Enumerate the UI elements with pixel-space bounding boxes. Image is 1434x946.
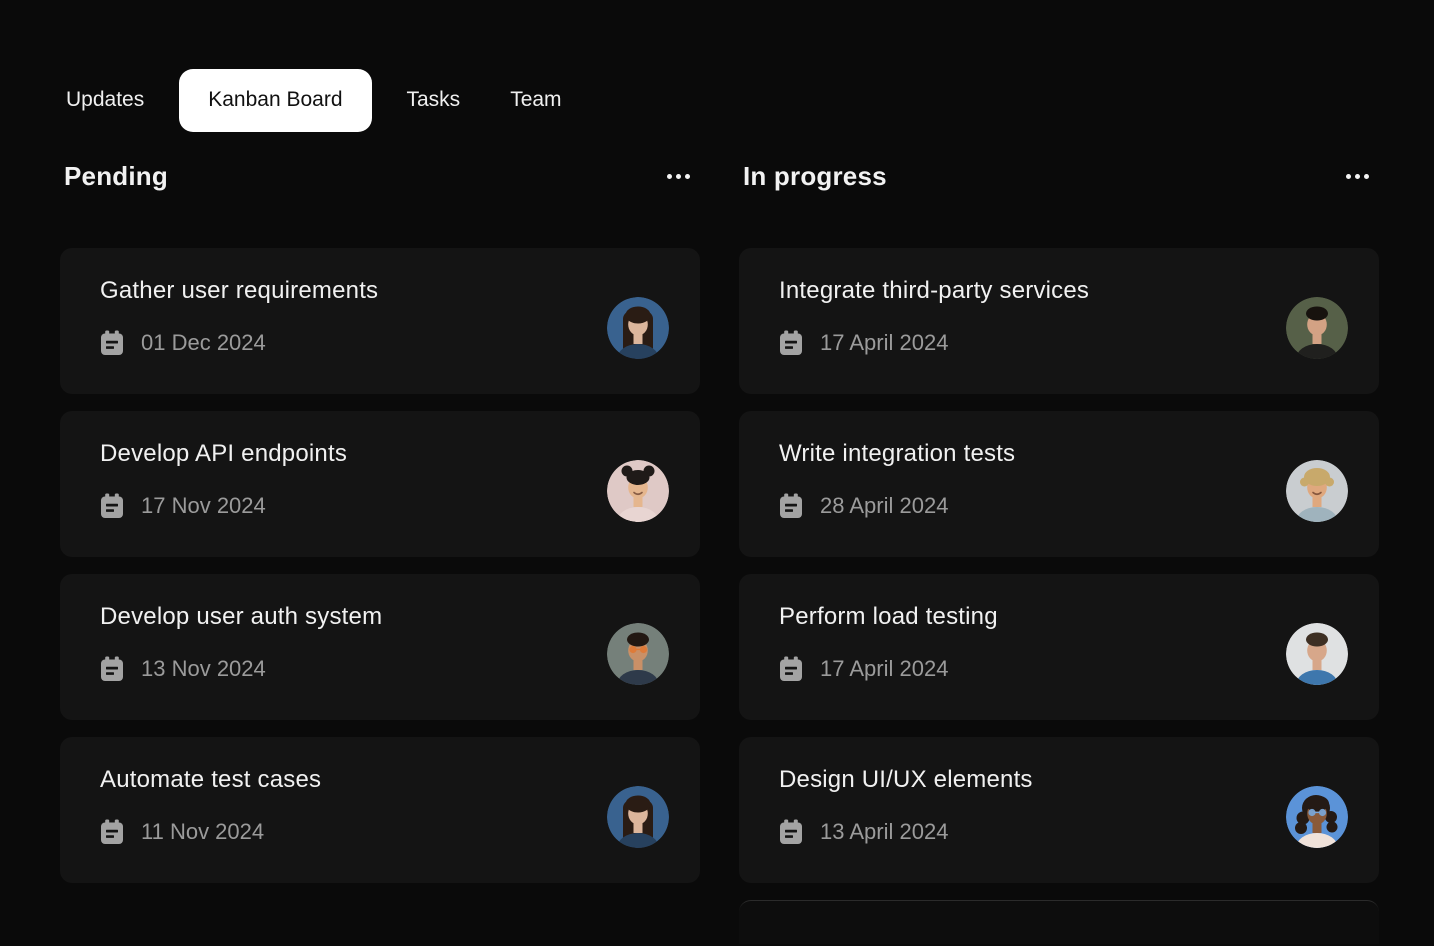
calendar-icon [779, 330, 803, 356]
calendar-icon [779, 656, 803, 682]
due-date: 17 April 2024 [820, 656, 948, 682]
column-header: In progress [739, 158, 1379, 194]
task-title: Gather user requirements [100, 276, 700, 306]
tab-kanban-board[interactable]: Kanban Board [179, 69, 371, 132]
task-title: Perform load testing [779, 602, 1379, 632]
assignee-avatar [607, 460, 669, 522]
task-card[interactable]: Automate test cases 11 Nov 2024 [60, 737, 700, 883]
task-card[interactable]: Develop API endpoints 17 Nov 2024 [60, 411, 700, 557]
assignee-avatar [1286, 623, 1348, 685]
card-list: Gather user requirements 01 Dec 2024 [60, 248, 700, 883]
due-date: 11 Nov 2024 [141, 819, 264, 845]
task-title: Design UI/UX elements [779, 765, 1379, 795]
calendar-icon [779, 819, 803, 845]
calendar-icon [779, 493, 803, 519]
ellipsis-icon[interactable] [1344, 168, 1371, 185]
calendar-icon [100, 656, 124, 682]
due-date: 13 April 2024 [820, 819, 948, 845]
due-date: 17 April 2024 [820, 330, 948, 356]
assignee-avatar [607, 623, 669, 685]
tab-updates[interactable]: Updates [41, 68, 169, 132]
task-card[interactable]: Write integration tests 28 April 2024 [739, 411, 1379, 557]
card-list: Integrate third-party services 17 April … [739, 248, 1379, 944]
column-title: Pending [64, 161, 168, 192]
column-pending: Pending Gather user requirements 01 Dec … [60, 158, 700, 944]
assignee-avatar [607, 786, 669, 848]
tab-bar: Updates Kanban Board Tasks Team [41, 68, 587, 132]
due-date: 28 April 2024 [820, 493, 948, 519]
kanban-board: Pending Gather user requirements 01 Dec … [60, 158, 1379, 944]
calendar-icon [100, 819, 124, 845]
column-header: Pending [60, 158, 700, 194]
calendar-icon [100, 493, 124, 519]
due-date: 13 Nov 2024 [141, 656, 266, 682]
tab-tasks[interactable]: Tasks [382, 68, 486, 132]
task-title: Develop user auth system [100, 602, 700, 632]
task-title: Write integration tests [779, 439, 1379, 469]
ellipsis-icon[interactable] [665, 168, 692, 185]
task-card[interactable]: Integrate third-party services 17 April … [739, 248, 1379, 394]
task-title: Automate test cases [100, 765, 700, 795]
tab-label: Updates [66, 88, 144, 112]
task-title: Integrate third-party services [779, 276, 1379, 306]
calendar-icon [100, 330, 124, 356]
task-card[interactable]: Design UI/UX elements 13 April 2024 [739, 737, 1379, 883]
assignee-avatar [1286, 297, 1348, 359]
due-date: 17 Nov 2024 [141, 493, 266, 519]
tab-label: Team [510, 88, 561, 112]
task-card[interactable]: Gather user requirements 01 Dec 2024 [60, 248, 700, 394]
column-in-progress: In progress Integrate third-party servic… [739, 158, 1379, 944]
task-title: Develop API endpoints [100, 439, 700, 469]
assignee-avatar [607, 297, 669, 359]
task-card[interactable]: Develop user auth system 13 Nov 2024 [60, 574, 700, 720]
assignee-avatar [1286, 460, 1348, 522]
partial-next-card[interactable] [739, 900, 1379, 944]
column-title: In progress [743, 161, 887, 192]
tab-label: Kanban Board [208, 88, 342, 112]
tab-team[interactable]: Team [485, 68, 586, 132]
tab-label: Tasks [407, 88, 461, 112]
due-date: 01 Dec 2024 [141, 330, 266, 356]
assignee-avatar [1286, 786, 1348, 848]
task-card[interactable]: Perform load testing 17 April 2024 [739, 574, 1379, 720]
